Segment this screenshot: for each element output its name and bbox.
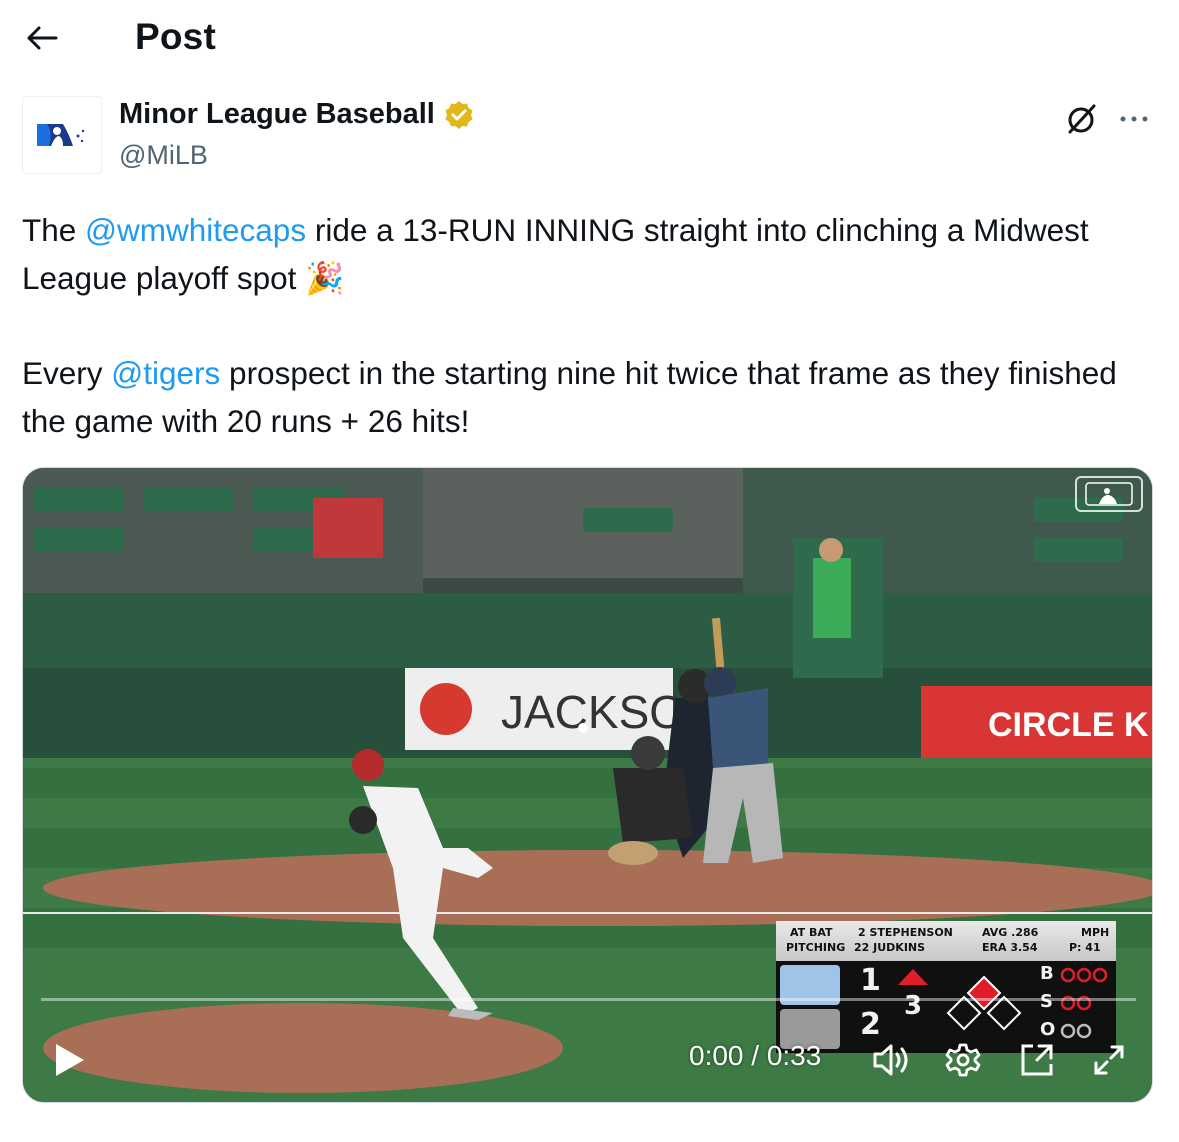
svg-text:CIRCLE K: CIRCLE K	[988, 706, 1149, 744]
mlb-watermark-icon	[1085, 482, 1133, 506]
pitcher-era: ERA 3.54	[982, 941, 1038, 954]
tweet-paragraph-2: Every @tigers prospect in the starting n…	[22, 349, 1152, 445]
author-name[interactable]: Minor League Baseball	[119, 98, 475, 131]
party-popper-emoji: 🎉	[305, 260, 345, 296]
volume-button[interactable]	[869, 1038, 913, 1082]
text-span: Every	[22, 355, 112, 391]
milb-logo	[37, 124, 87, 146]
balls-label: B	[1040, 963, 1054, 984]
home-score: 2	[860, 1007, 881, 1042]
grok-icon	[1068, 104, 1096, 134]
scorebug: AT BAT PITCHING 2 STEPHENSON 22 JUDKINS …	[776, 921, 1116, 1053]
gear-icon	[945, 1043, 981, 1077]
svg-text:JACKSO: JACKSO	[501, 686, 685, 738]
away-score: 1	[860, 963, 881, 998]
batter-name: 2 STEPHENSON	[858, 926, 953, 939]
grok-button[interactable]	[1063, 100, 1101, 138]
batter-avg: AVG .286	[982, 926, 1039, 939]
picture-in-picture-button[interactable]	[1015, 1038, 1059, 1082]
scorebug-info: AT BAT PITCHING 2 STEPHENSON 22 JUDKINS …	[776, 921, 1116, 961]
count-lights-icon	[1060, 967, 1108, 1039]
video-player[interactable]: JACKSO CIRCLE K AT BAT PITCHING 2 STEPHE…	[22, 467, 1153, 1103]
author-name-text: Minor League Baseball	[119, 98, 435, 130]
strikes-label: S	[1040, 991, 1053, 1012]
video-time: 0:00 / 0:33	[689, 1040, 822, 1071]
bases-diamond-icon	[946, 975, 1022, 1031]
play-button[interactable]	[47, 1038, 91, 1082]
mlb-watermark	[1075, 476, 1143, 512]
author-handle[interactable]: @MiLB	[119, 140, 208, 171]
volume-icon	[873, 1044, 908, 1076]
mph-label: MPH	[1081, 926, 1110, 939]
more-icon	[1120, 116, 1148, 122]
pip-icon	[1021, 1044, 1053, 1076]
avatar[interactable]	[22, 96, 102, 174]
tweet-paragraph-1: The @wmwhitecaps ride a 13-RUN INNING st…	[22, 206, 1152, 302]
arrow-left-icon	[27, 26, 58, 50]
expand-icon	[1094, 1045, 1124, 1075]
pitch-count: P: 41	[1069, 941, 1101, 954]
at-bat-label: AT BAT	[790, 926, 833, 939]
video-progress-bar[interactable]	[41, 998, 1136, 1001]
back-button[interactable]	[22, 18, 62, 58]
fullscreen-button[interactable]	[1087, 1038, 1131, 1082]
tweet-text: The @wmwhitecaps ride a 13-RUN INNING st…	[22, 206, 1152, 445]
inning-top-arrow-icon	[898, 969, 928, 985]
top-bar: Post	[0, 0, 1179, 78]
text-span: The	[22, 212, 86, 248]
pitcher-name: 22 JUDKINS	[854, 941, 926, 954]
gold-verified-badge-icon	[445, 100, 473, 129]
mention-link[interactable]: @wmwhitecaps	[85, 212, 306, 248]
settings-button[interactable]	[941, 1038, 985, 1082]
pitching-label: PITCHING	[786, 941, 846, 954]
inning-number: 3	[904, 991, 923, 1021]
page-title: Post	[135, 16, 216, 57]
play-icon	[56, 1044, 84, 1076]
mention-link[interactable]: @tigers	[111, 355, 220, 391]
more-options-button[interactable]	[1115, 100, 1153, 138]
